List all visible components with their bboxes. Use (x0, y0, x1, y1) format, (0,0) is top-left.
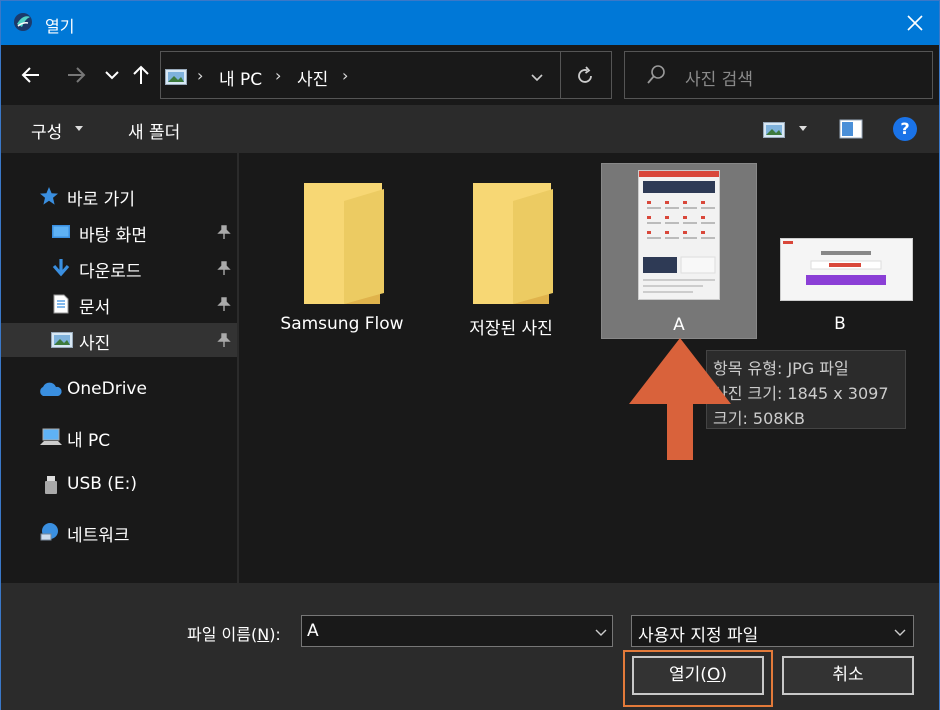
sidebar-item-documents[interactable]: 문서 (1, 287, 237, 321)
breadcrumb-item-my-pc[interactable]: 내 PC (219, 65, 262, 90)
sidebar-item-quick-access[interactable]: 바로 가기 (1, 179, 237, 213)
sidebar-item-label: 바로 가기 (67, 190, 135, 210)
chevron-down-icon[interactable] (528, 68, 546, 86)
filename-label-accesskey: N (257, 625, 270, 644)
pictures-icon (165, 69, 187, 85)
sidebar-item-this-pc[interactable]: 내 PC (1, 420, 237, 454)
sidebar-item-label: 문서 (79, 298, 111, 318)
back-arrow-icon[interactable] (19, 63, 43, 87)
usb-drive-icon (45, 476, 57, 494)
tooltip-dimensions: 사진 크기: 1845 x 3097 (713, 384, 889, 403)
filetype-select[interactable]: 사용자 지정 파일 (631, 615, 914, 647)
close-icon[interactable] (905, 13, 925, 33)
filename-label: 파일 이름(N): (187, 621, 281, 645)
folder-item[interactable]: Samsung Flow (264, 163, 420, 339)
divider (560, 52, 561, 98)
open-button[interactable]: 열기(O) (632, 656, 764, 695)
navigation-pane: 바로 가기 바탕 화면 다운로드 문서 사진 OneDrive 내 PC USB… (1, 153, 238, 583)
tooltip-item-type: 항목 유형: JPG 파일 (713, 359, 849, 378)
annotation-arrow-icon (629, 338, 731, 460)
preview-pane-icon[interactable] (839, 119, 863, 139)
dialog-footer: 파일 이름(N): A 사용자 지정 파일 열기(O) 취소 (1, 583, 939, 710)
file-name: A (673, 315, 685, 335)
search-input[interactable]: 사진 검색 (624, 51, 933, 99)
command-bar: 구성 새 폴더 ? (1, 105, 939, 153)
pin-icon[interactable] (216, 260, 232, 276)
folder-item[interactable]: 저장된 사진 (433, 163, 589, 339)
app-icon (14, 13, 32, 31)
sidebar-item-label: 네트워크 (67, 526, 130, 546)
address-bar[interactable]: › 내 PC › 사진 › (160, 51, 612, 99)
document-icon (53, 294, 69, 314)
open-file-dialog: 열기 › 내 PC › 사진 › 사진 검색 구성 새 폴더 ? 바로 가기 바… (0, 0, 940, 710)
sidebar-item-pictures[interactable]: 사진 (1, 323, 237, 357)
sidebar-item-network[interactable]: 네트워크 (1, 515, 237, 549)
navigation-bar: › 내 PC › 사진 › 사진 검색 (1, 45, 939, 105)
desktop-icon (52, 225, 70, 238)
image-file-item[interactable]: B (762, 163, 918, 339)
file-name: Samsung Flow (280, 314, 404, 334)
sidebar-item-label: USB (E:) (67, 474, 138, 494)
sidebar-item-label: 내 PC (67, 431, 111, 451)
new-folder-button[interactable]: 새 폴더 (128, 118, 180, 143)
pin-icon[interactable] (216, 296, 232, 312)
help-icon[interactable]: ? (893, 117, 917, 141)
pin-icon[interactable] (216, 332, 232, 348)
caret-down-icon[interactable] (799, 126, 807, 131)
sidebar-item-label: 바탕 화면 (79, 226, 147, 246)
webpage-screenshot-thumbnail (783, 241, 886, 285)
sidebar-item-label: 사진 (79, 334, 111, 354)
up-arrow-icon[interactable] (129, 63, 153, 87)
download-icon (52, 259, 70, 277)
cloud-icon (40, 382, 62, 396)
cancel-button[interactable]: 취소 (782, 656, 914, 695)
star-icon (40, 187, 58, 205)
filename-label-suffix: ): (269, 625, 281, 644)
chevron-down-icon[interactable] (100, 63, 124, 87)
image-thumbnail (638, 170, 720, 300)
file-name: 저장된 사진 (469, 319, 553, 339)
file-name: B (834, 314, 846, 334)
sidebar-item-usb[interactable]: USB (E:) (1, 468, 237, 502)
breadcrumb-separator[interactable]: › (342, 66, 348, 85)
breadcrumb-item-pictures[interactable]: 사진 (297, 65, 328, 90)
window-title: 열기 (45, 17, 75, 36)
forward-arrow-icon[interactable] (64, 63, 88, 87)
filetype-value: 사용자 지정 파일 (638, 626, 759, 646)
breadcrumb-separator[interactable]: › (197, 66, 203, 85)
title-bar: 열기 (1, 1, 939, 45)
sidebar-item-onedrive[interactable]: OneDrive (1, 373, 237, 407)
sidebar-item-label: OneDrive (67, 379, 147, 399)
computer-icon (40, 428, 62, 445)
chevron-down-icon[interactable] (595, 626, 607, 638)
view-options-icon[interactable] (763, 122, 785, 138)
filename-input[interactable]: A (301, 615, 613, 647)
filename-label-text: 파일 이름( (187, 625, 258, 644)
folder-icon (304, 183, 384, 304)
folder-icon (473, 183, 553, 304)
file-info-tooltip: 항목 유형: JPG 파일 사진 크기: 1845 x 3097 크기: 508… (706, 350, 906, 429)
network-icon (40, 523, 58, 541)
pin-icon[interactable] (216, 224, 232, 240)
organize-button[interactable]: 구성 (31, 118, 62, 143)
open-button-text: 열기( (669, 665, 707, 685)
image-file-item-selected[interactable]: A (601, 163, 757, 339)
pictures-icon (51, 332, 73, 348)
open-button-accesskey: O (706, 665, 721, 685)
sidebar-item-desktop[interactable]: 바탕 화면 (1, 215, 237, 249)
sidebar-item-downloads[interactable]: 다운로드 (1, 251, 237, 285)
search-placeholder: 사진 검색 (685, 70, 753, 90)
search-icon (647, 65, 665, 84)
image-thumbnail (780, 238, 913, 301)
sidebar-item-label: 다운로드 (79, 262, 142, 282)
breadcrumb-separator[interactable]: › (275, 66, 281, 85)
webpage-screenshot-thumbnail (639, 171, 719, 293)
chevron-down-icon[interactable] (894, 626, 906, 638)
caret-down-icon[interactable] (75, 126, 83, 131)
filename-value[interactable]: A (307, 621, 319, 641)
open-button-suffix: ) (720, 665, 727, 685)
refresh-icon[interactable] (574, 65, 596, 87)
